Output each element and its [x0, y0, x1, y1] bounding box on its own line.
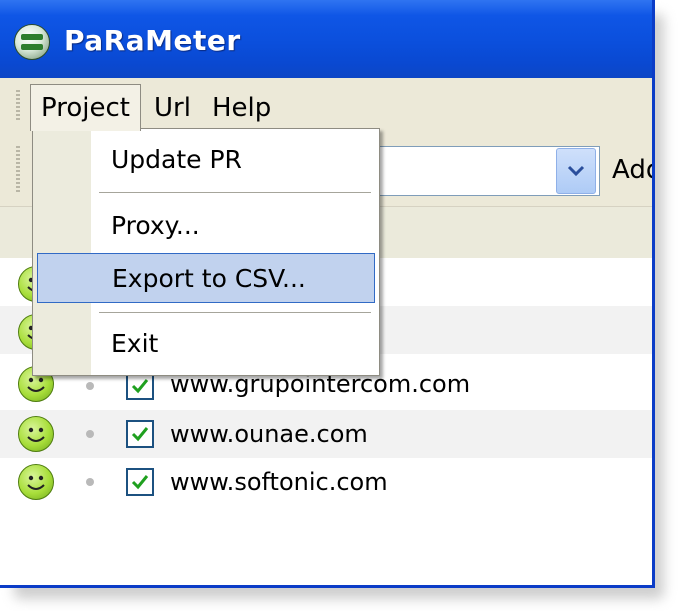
site-checkbox[interactable] — [126, 468, 154, 496]
bullet-icon — [86, 382, 94, 390]
menu-item-exit[interactable]: Exit — [33, 319, 379, 369]
add-button[interactable]: Add — [612, 150, 652, 190]
list-item[interactable]: www.ounae.com — [0, 410, 652, 458]
app-window: PaRaMeter Project Url Help Add — [0, 0, 655, 588]
checkmark-icon — [131, 427, 149, 442]
menu-item-proxy[interactable]: Proxy... — [33, 201, 379, 251]
site-url: www.ounae.com — [170, 420, 368, 448]
app-icon — [14, 24, 50, 60]
menu-help[interactable]: Help — [204, 88, 279, 128]
site-url: www.softonic.com — [170, 468, 388, 496]
site-checkbox[interactable] — [126, 372, 154, 400]
menu-separator — [99, 312, 371, 313]
toolbar-grip — [16, 146, 20, 192]
menu-url[interactable]: Url — [146, 88, 199, 128]
list-item[interactable]: www.softonic.com — [0, 458, 652, 506]
bullet-icon — [86, 430, 94, 438]
chevron-down-icon — [567, 165, 585, 177]
menubar-grip — [16, 90, 20, 122]
title-bar[interactable]: PaRaMeter — [0, 0, 652, 78]
menu-item-label: Update PR — [111, 145, 242, 174]
window-title: PaRaMeter — [64, 24, 241, 57]
combobox-dropdown-button[interactable] — [556, 148, 596, 194]
menu-item-update-pr[interactable]: Update PR — [33, 135, 379, 185]
menu-item-label: Export to CSV... — [112, 264, 306, 293]
menu-separator — [99, 192, 371, 193]
project-menu-dropdown: Update PR Proxy... Export to CSV... Exit — [32, 128, 380, 376]
menu-project[interactable]: Project — [30, 84, 141, 131]
menu-item-label: Exit — [111, 329, 159, 358]
site-checkbox[interactable] — [126, 420, 154, 448]
smiley-status-icon — [18, 464, 54, 500]
smiley-status-icon — [18, 416, 54, 452]
checkmark-icon — [131, 475, 149, 490]
checkmark-icon — [131, 379, 149, 394]
menu-item-export-csv[interactable]: Export to CSV... — [37, 253, 375, 303]
bullet-icon — [86, 478, 94, 486]
menu-item-label: Proxy... — [111, 211, 200, 240]
